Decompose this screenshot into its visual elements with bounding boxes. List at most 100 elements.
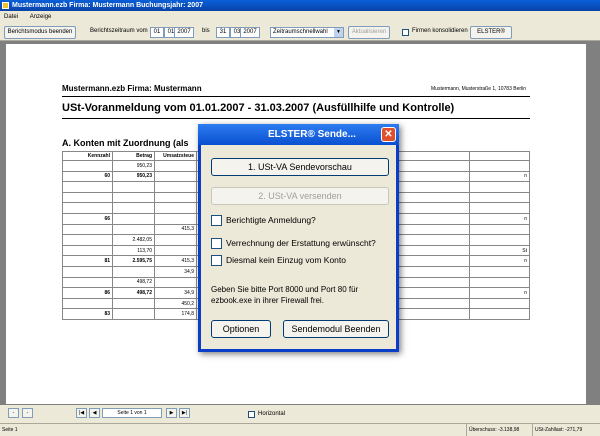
close-icon[interactable]: ✕ xyxy=(381,127,396,142)
table-cell: 66 xyxy=(62,212,113,225)
table-cell xyxy=(62,160,113,172)
table-cell xyxy=(62,191,113,204)
report-header-right: Mustermann, Musterstraße 1, 10783 Berlin xyxy=(431,86,527,92)
end-report-mode-button[interactable]: Berichtsmodus beenden xyxy=(4,26,76,39)
table-cell: 34,9 xyxy=(154,265,197,278)
quick-period-value: Zeitraumschnellwahl xyxy=(273,29,328,35)
to-year-field[interactable]: 2007 xyxy=(240,27,260,38)
next-page-button[interactable]: ▶ xyxy=(166,408,177,418)
header-rule xyxy=(62,96,530,97)
options-button[interactable]: Optionen xyxy=(211,320,271,338)
corrected-checkbox[interactable] xyxy=(211,215,222,226)
table-cell: 81 xyxy=(62,255,113,267)
table-cell xyxy=(62,181,113,193)
section-title: A. Konten mit Zuordnung (als xyxy=(62,138,189,148)
table-cell xyxy=(154,202,197,214)
table-cell xyxy=(112,223,155,236)
window-titlebar[interactable]: Mustermann.ezb Firma: Mustermann Buchung… xyxy=(0,0,600,11)
period-to-label: bis xyxy=(202,28,210,34)
table-cell: 2.482,05 xyxy=(112,234,155,246)
app-icon xyxy=(2,2,9,9)
status-surplus: Überschuss: -3.138,98 xyxy=(466,424,530,436)
chevron-down-icon[interactable]: ▼ xyxy=(334,28,343,37)
table-cell: 498,72 xyxy=(112,276,155,289)
menu-anzeige[interactable]: Anzeige xyxy=(30,14,52,20)
table-cell: 34,9 xyxy=(154,287,197,299)
quick-period-select[interactable]: Zeitraumschnellwahl ▼ xyxy=(270,27,344,38)
table-cell xyxy=(112,202,155,214)
table-cell xyxy=(62,265,113,278)
table-cell xyxy=(154,276,197,289)
table-cell xyxy=(62,244,113,257)
elster-button[interactable]: ELSTER® xyxy=(470,26,512,39)
horizontal-label: Horizontal xyxy=(258,411,286,417)
table-cell xyxy=(154,234,197,246)
table-cell xyxy=(62,234,113,246)
table-cell: 113,70 xyxy=(112,244,155,257)
send-preview-button[interactable]: 1. USt-VA Sendevorschau xyxy=(211,158,389,176)
table-cell xyxy=(62,202,113,214)
horizontal-checkbox[interactable] xyxy=(248,411,255,418)
table-cell xyxy=(154,191,197,204)
table-cell xyxy=(112,181,155,193)
col-umsatzsteuer: Umsatzsteue xyxy=(154,151,197,161)
first-page-button[interactable]: |◀ xyxy=(76,408,87,418)
table-cell: 86 xyxy=(62,287,113,299)
dialog-titlebar[interactable]: ELSTER® Sende... ✕ xyxy=(198,124,399,145)
last-page-button[interactable]: ▶| xyxy=(179,408,190,418)
table-cell xyxy=(469,234,530,246)
refresh-button[interactable]: Aktualisieren xyxy=(348,26,390,39)
table-cell xyxy=(112,265,155,278)
prev-page-button[interactable]: ◀ xyxy=(89,408,100,418)
table-cell: n xyxy=(469,212,530,225)
offset-label: Verrechnung der Erstattung erwünscht? xyxy=(226,238,376,248)
table-cell xyxy=(112,212,155,225)
corrected-label: Berichtigte Anmeldung? xyxy=(226,215,316,225)
to-day-field[interactable]: 31 xyxy=(216,27,230,38)
table-cell xyxy=(154,181,197,193)
period-from-label: Berichtszeitraum vom xyxy=(90,28,148,34)
table-cell: n xyxy=(469,287,530,299)
no-debit-checkbox[interactable] xyxy=(211,255,222,266)
table-cell xyxy=(469,308,530,320)
firewall-info: Geben Sie bitte Port 8000 und Port 80 fü… xyxy=(211,285,359,305)
table-cell: 174,8 xyxy=(154,308,197,320)
title-rule xyxy=(62,118,530,119)
zoom-out-button[interactable]: - xyxy=(8,408,19,418)
page-indicator: Seite 1 von 1 xyxy=(102,408,162,418)
from-day-field[interactable]: 01 xyxy=(150,27,164,38)
offset-checkbox[interactable] xyxy=(211,238,222,249)
zoom-button[interactable]: - xyxy=(22,408,33,418)
table-cell xyxy=(62,223,113,236)
menu-datei[interactable]: Datei xyxy=(4,14,18,20)
table-cell: 950,23 xyxy=(112,170,155,183)
table-cell xyxy=(62,276,113,289)
table-cell: n xyxy=(469,170,530,183)
end-send-module-button[interactable]: Sendemodul Beenden xyxy=(283,320,389,338)
table-cell xyxy=(154,170,197,183)
table-cell xyxy=(112,297,155,310)
send-button[interactable]: 2. USt-VA versenden xyxy=(211,187,389,205)
table-cell xyxy=(469,160,530,172)
report-title: USt-Voranmeldung vom 01.01.2007 - 31.03.… xyxy=(62,102,455,114)
table-cell xyxy=(469,191,530,204)
table-cell xyxy=(154,244,197,257)
col-betrag: Betrag xyxy=(112,151,155,161)
table-cell xyxy=(112,308,155,320)
table-cell xyxy=(154,160,197,172)
table-cell: 2.595,75 xyxy=(112,255,155,267)
table-cell: 498,72 xyxy=(112,287,155,299)
table-cell xyxy=(112,191,155,204)
elster-send-dialog: ELSTER® Sende... ✕ 1. USt-VA Sendevorsch… xyxy=(198,124,399,352)
table-cell: 83 xyxy=(62,308,113,320)
consolidate-checkbox[interactable] xyxy=(402,29,409,36)
no-debit-label: Diesmal kein Einzug vom Konto xyxy=(226,255,347,265)
table-cell: 415,3 xyxy=(154,223,197,236)
table-cell xyxy=(469,181,530,193)
table-cell: 950,23 xyxy=(112,160,155,172)
menu-bar: Datei Anzeige xyxy=(0,11,600,23)
table-cell: n xyxy=(469,255,530,267)
table-cell: 450,2 xyxy=(154,297,197,310)
from-year-field[interactable]: 2007 xyxy=(174,27,194,38)
status-page: Seite 1 xyxy=(2,427,18,433)
